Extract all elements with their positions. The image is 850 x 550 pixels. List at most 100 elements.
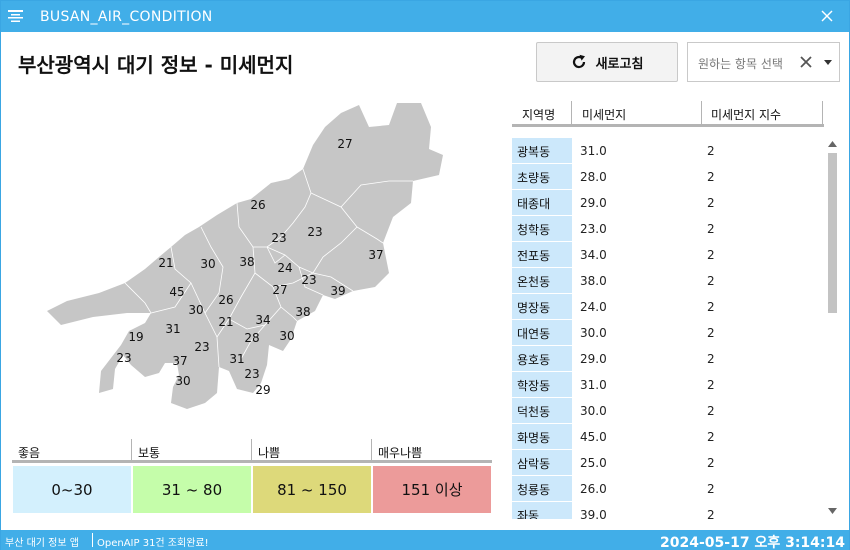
district-value-label: 30 (188, 303, 203, 317)
status-bar: 부산 대기 정보 앱 OpenAIP 31건 조회완료! 2024-05-17 … (1, 530, 849, 550)
district-value-label: 31 (165, 322, 180, 336)
column-header-district[interactable]: 지역명 (522, 106, 555, 123)
cell-pm-index: 2 (707, 456, 715, 470)
table-row[interactable]: 광복동 31.0 2 (512, 138, 824, 164)
table-row[interactable]: 삼락동 25.0 2 (512, 450, 824, 476)
table-row[interactable]: 화명동 45.0 2 (512, 424, 824, 450)
legend-header-normal: 보통 (132, 439, 252, 463)
column-header-pm[interactable]: 미세먼지 (582, 106, 626, 123)
table-row[interactable]: 초량동 28.0 2 (512, 164, 824, 190)
district-value-label: 21 (158, 256, 173, 270)
cell-district: 초량동 (512, 164, 572, 189)
cell-district: 화명동 (512, 424, 572, 449)
table-row[interactable]: 좌동 39.0 2 (512, 502, 824, 519)
table-row[interactable]: 태종대 29.0 2 (512, 190, 824, 216)
legend-range-bad: 81 ~ 150 (253, 466, 371, 513)
district-value-label: 27 (272, 283, 287, 297)
refresh-label: 새로고침 (595, 56, 644, 72)
busan-district-map: 27 26 23 23 37 21 30 38 24 23 39 45 27 26 30 38 21 34 31 28… (41, 97, 461, 417)
table-scrollbar[interactable] (826, 138, 839, 519)
district-value-label: 23 (194, 340, 209, 354)
cell-pm-index: 2 (707, 508, 715, 519)
cell-pm: 30.0 (580, 326, 607, 340)
cell-district: 학장동 (512, 372, 572, 397)
table-row[interactable]: 덕천동 30.0 2 (512, 398, 824, 424)
column-divider[interactable] (571, 101, 572, 124)
district-value-label: 38 (295, 305, 310, 319)
scroll-thumb[interactable] (828, 153, 837, 313)
cell-pm: 30.0 (580, 404, 607, 418)
pm-legend: 좋음 보통 나쁨 매우나쁨 0~30 31 ~ 80 81 ~ 150 151 … (12, 439, 492, 514)
table-row[interactable]: 온천동 38.0 2 (512, 268, 824, 294)
district-value-label: 30 (200, 257, 215, 271)
item-select-combobox[interactable]: 원하는 항목 선택 (687, 42, 840, 82)
cell-pm-index: 2 (707, 300, 715, 314)
cell-pm: 25.0 (580, 456, 607, 470)
cell-district: 명장동 (512, 294, 572, 319)
table-row[interactable]: 명장동 24.0 2 (512, 294, 824, 320)
table-row[interactable]: 학장동 31.0 2 (512, 372, 824, 398)
table-body[interactable]: 광복동 31.0 2 초량동 28.0 2 태종대 29.0 2 청학동 23.0 2 전포동 34.0 2… (512, 138, 824, 519)
scroll-up-icon[interactable] (828, 141, 837, 147)
legend-range-good: 0~30 (13, 466, 131, 513)
column-divider[interactable] (701, 101, 702, 124)
district-value-label: 23 (271, 231, 286, 245)
district-value-label: 24 (277, 261, 292, 275)
cell-pm: 34.0 (580, 248, 607, 262)
column-header-pm-index[interactable]: 미세먼지 지수 (711, 106, 781, 123)
cell-pm-index: 2 (707, 326, 715, 340)
district-value-label: 38 (239, 255, 254, 269)
cell-district: 태종대 (512, 190, 572, 215)
cell-pm-index: 2 (707, 144, 715, 158)
cell-district: 온천동 (512, 268, 572, 293)
cell-pm: 23.0 (580, 222, 607, 236)
refresh-button[interactable]: 새로고침 (536, 42, 678, 82)
title-bar[interactable]: BUSAN_AIR_CONDITION (1, 1, 849, 32)
cell-pm: 29.0 (580, 196, 607, 210)
scroll-down-icon[interactable] (828, 508, 837, 514)
district-value-label: 45 (169, 285, 184, 299)
district-value-label: 23 (301, 273, 316, 287)
district-value-label: 23 (307, 225, 322, 239)
cell-pm: 26.0 (580, 482, 607, 496)
clear-icon[interactable] (799, 55, 813, 69)
district-value-label: 30 (279, 329, 294, 343)
legend-range-normal: 31 ~ 80 (133, 466, 251, 513)
cell-district: 덕천동 (512, 398, 572, 423)
district-value-label: 37 (172, 354, 187, 368)
cell-pm-index: 2 (707, 430, 715, 444)
column-divider[interactable] (822, 101, 823, 124)
cell-pm: 38.0 (580, 274, 607, 288)
district-value-label: 28 (244, 331, 259, 345)
district-value-label: 27 (337, 137, 352, 151)
district-value-label: 23 (116, 351, 131, 365)
close-icon[interactable] (819, 8, 835, 24)
map-shape: 272623 233721 30 38 24233945 272630 3821 343128… (47, 103, 443, 409)
district-table[interactable]: 지역명 미세먼지 미세먼지 지수 광복동 31.0 2 초량동 28.0 2 태종대 29.0… (512, 101, 839, 521)
cell-pm-index: 2 (707, 482, 715, 496)
cell-pm-index: 2 (707, 222, 715, 236)
district-value-label: 21 (218, 315, 233, 329)
app-menu-icon[interactable] (8, 10, 23, 23)
cell-pm-index: 2 (707, 352, 715, 366)
cell-pm: 29.0 (580, 352, 607, 366)
chevron-down-icon[interactable] (824, 60, 832, 66)
cell-pm-index: 2 (707, 248, 715, 262)
status-app-name: 부산 대기 정보 앱 (5, 538, 79, 549)
cell-pm: 39.0 (580, 508, 607, 519)
table-row[interactable]: 용호동 29.0 2 (512, 346, 824, 372)
cell-pm: 24.0 (580, 300, 607, 314)
cell-pm-index: 2 (707, 378, 715, 392)
district-value-label: 39 (330, 284, 345, 298)
district-value-label: 23 (244, 367, 259, 381)
legend-range-very-bad: 151 이상 (373, 466, 491, 513)
cell-district: 삼락동 (512, 450, 572, 475)
table-header: 지역명 미세먼지 미세먼지 지수 (512, 101, 824, 127)
table-row[interactable]: 청룡동 26.0 2 (512, 476, 824, 502)
cell-pm: 31.0 (580, 144, 607, 158)
district-value-label: 26 (250, 198, 265, 212)
table-row[interactable]: 대연동 30.0 2 (512, 320, 824, 346)
cell-pm-index: 2 (707, 404, 715, 418)
table-row[interactable]: 청학동 23.0 2 (512, 216, 824, 242)
table-row[interactable]: 전포동 34.0 2 (512, 242, 824, 268)
